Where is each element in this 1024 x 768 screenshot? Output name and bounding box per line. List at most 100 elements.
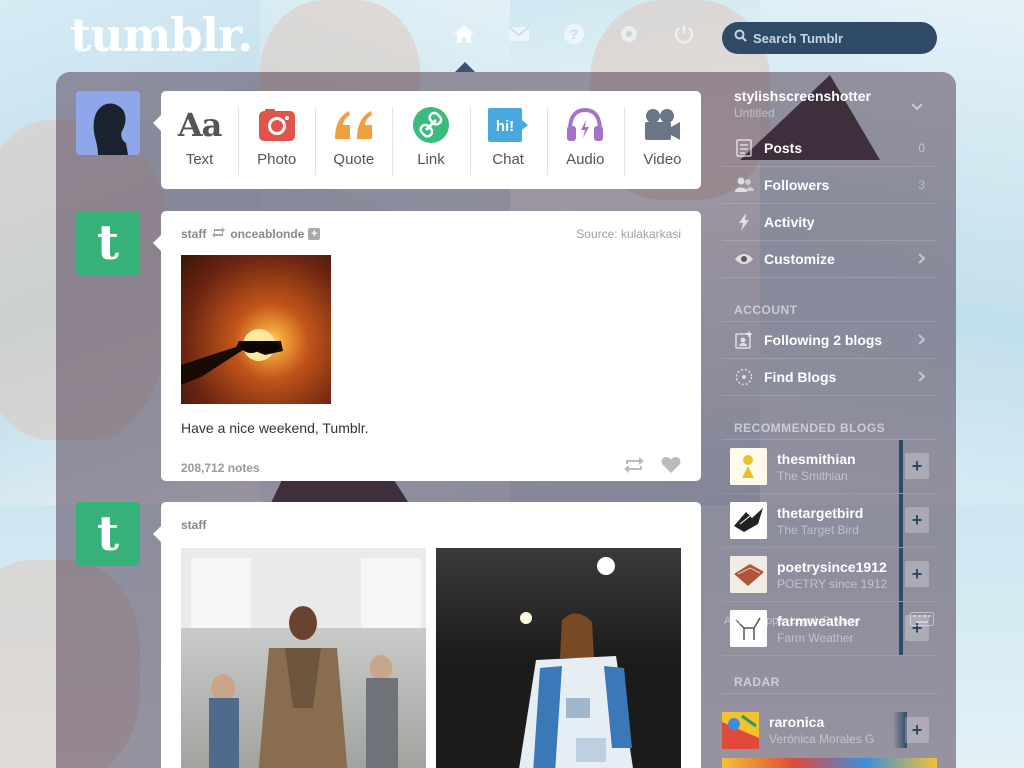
footer-link-privacy[interactable]: Privacy (823, 615, 859, 627)
recommended-blog-name: thetargetbird (777, 504, 864, 521)
eye-icon (734, 253, 754, 265)
reblogged-from-link[interactable]: onceablonde (230, 227, 304, 241)
post-type-bar: Aa Text Photo Quote Link hi! Chat Audio (153, 91, 701, 189)
power-icon[interactable] (670, 20, 698, 48)
chevron-down-icon[interactable] (911, 98, 923, 116)
recommended-blog[interactable]: poetrysince1912 POETRY since 1912 + (722, 548, 937, 602)
post-source-link[interactable]: kulakarkasi (621, 227, 681, 241)
post-photo[interactable] (181, 548, 426, 768)
section-heading-radar: RADAR (722, 672, 937, 694)
radar-section: RADAR (722, 672, 937, 694)
tumblr-t-icon: t (96, 215, 120, 271)
sidebar: stylishscreenshotter Untitled Posts 0 Fo… (722, 80, 937, 656)
post-notes-count[interactable]: 208,712 notes (181, 461, 260, 475)
sidebar-item-find-blogs[interactable]: Find Blogs (722, 359, 937, 396)
sidebar-item-label: Posts (764, 140, 803, 156)
post-author-avatar[interactable]: t (76, 211, 140, 275)
recommended-blog-title: The Target Bird (777, 522, 859, 537)
link-icon (412, 107, 449, 143)
radar-text: raronica Verónica Morales G (769, 714, 889, 746)
lightning-icon (734, 213, 754, 231)
post-photo[interactable] (181, 255, 331, 404)
divider (899, 548, 903, 601)
footer-link-legal[interactable]: Legal (790, 615, 817, 627)
divider (899, 440, 903, 493)
post-photo[interactable] (436, 548, 681, 768)
search-input[interactable] (753, 30, 933, 46)
sidebar-item-label: Activity (764, 214, 815, 230)
recommended-blog[interactable]: thesmithian The Smithian + (722, 440, 937, 494)
like-heart-icon[interactable] (661, 456, 681, 479)
post-type-label: Quote (333, 151, 375, 168)
blog-avatar (730, 502, 767, 539)
sidebar-item-following[interactable]: Following 2 blogs (722, 322, 937, 359)
recommended-blog-text: poetrysince1912 POETRY since 1912 (777, 559, 887, 591)
user-avatar[interactable] (76, 91, 140, 155)
post-type-video[interactable]: Video (623, 91, 701, 189)
active-nav-indicator (455, 62, 475, 72)
blog-avatar (730, 556, 767, 593)
post-author-link[interactable]: staff (181, 227, 206, 241)
camera-icon (258, 107, 295, 143)
post-type-photo[interactable]: Photo (238, 91, 315, 189)
post-type-quote[interactable]: Quote (315, 91, 392, 189)
follow-plus-icon[interactable]: + (308, 228, 321, 240)
sidebar-item-activity[interactable]: Activity (722, 204, 937, 241)
tumblr-logo[interactable]: tumblr. (70, 8, 253, 62)
quote-icon (333, 107, 375, 143)
follow-button[interactable]: + (905, 717, 929, 743)
compass-icon (734, 368, 754, 386)
post-type-audio[interactable]: Audio (546, 91, 624, 189)
followers-icon (734, 177, 754, 193)
footer-link-about[interactable]: About (724, 615, 753, 627)
footer-links: About Apps Legal Privacy (724, 612, 934, 629)
post-photoset (161, 532, 701, 768)
radar-avatar (722, 711, 759, 749)
post-author-link[interactable]: staff (181, 518, 206, 532)
sidebar-item-customize[interactable]: Customize (722, 241, 937, 278)
follow-button[interactable]: + (905, 507, 929, 533)
home-icon[interactable] (450, 20, 478, 48)
plus-icon: + (911, 509, 923, 530)
post-author-avatar[interactable]: t (76, 502, 140, 566)
reblog-icon[interactable] (623, 456, 645, 479)
following-icon (734, 331, 754, 349)
post-body: Have a nice weekend, Tumblr. (161, 241, 701, 436)
radar-item[interactable]: raronica Verónica Morales G + (722, 708, 937, 752)
post-type-link[interactable]: Link (392, 91, 469, 189)
post-type-text[interactable]: Aa Text (161, 91, 238, 189)
recommended-blog-name: poetrysince1912 (777, 558, 887, 575)
divider (899, 494, 903, 547)
keyboard-icon[interactable] (910, 612, 934, 629)
sidebar-item-posts[interactable]: Posts 0 (722, 130, 937, 167)
chevron-right-icon (918, 332, 926, 348)
text-icon: Aa (177, 106, 223, 144)
chevron-right-icon (918, 251, 926, 267)
search-box[interactable] (722, 22, 937, 54)
recommended-blog[interactable]: farmweather Farm Weather + (722, 602, 937, 656)
sidebar-item-followers[interactable]: Followers 3 (722, 167, 937, 204)
settings-icon[interactable] (615, 20, 643, 48)
post-type-label: Photo (257, 151, 297, 168)
recommended-blog-title: POETRY since 1912 (777, 576, 888, 591)
post-card: staff (153, 502, 701, 768)
recommended-blog-name: thesmithian (777, 450, 856, 467)
blog-header[interactable]: stylishscreenshotter Untitled (722, 80, 937, 130)
radar-blog-name: raronica (769, 714, 825, 730)
blog-title: Untitled (734, 106, 775, 120)
post-caption: Have a nice weekend, Tumblr. (181, 420, 369, 436)
follow-button[interactable]: + (905, 453, 929, 479)
post-type-chat[interactable]: hi! Chat (469, 91, 547, 189)
recommended-blog[interactable]: thetargetbird The Target Bird + (722, 494, 937, 548)
plus-icon: + (911, 563, 923, 584)
sidebar-item-count: 3 (918, 178, 925, 192)
recommended-blog-title: Farm Weather (777, 630, 854, 645)
footer-link-apps[interactable]: Apps (759, 615, 784, 627)
radar-post-preview[interactable] (722, 758, 937, 768)
post-header: staff onceablonde + Source: kulakarkasi (161, 211, 701, 241)
mail-icon[interactable] (505, 20, 533, 48)
post-source-label: Source: (576, 227, 618, 241)
section-heading-recommended: RECOMMENDED BLOGS (722, 396, 937, 440)
help-icon[interactable]: ? (560, 20, 588, 48)
follow-button[interactable]: + (905, 561, 929, 587)
